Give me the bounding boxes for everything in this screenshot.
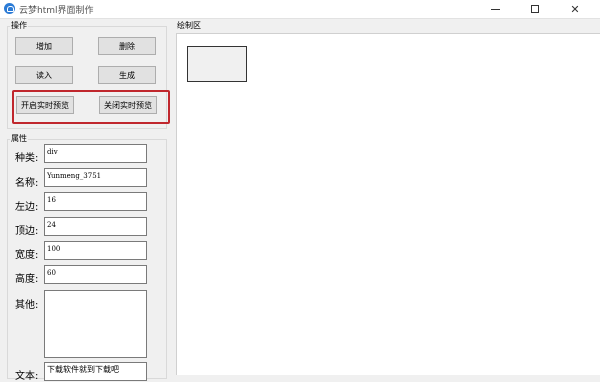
minimize-icon bbox=[490, 8, 500, 10]
drawn-div-element[interactable] bbox=[187, 46, 247, 82]
name-input[interactable]: Yunmeng_3751 bbox=[44, 168, 147, 187]
minimize-button[interactable] bbox=[480, 0, 510, 18]
height-label: 高度: bbox=[15, 274, 39, 285]
close-icon: ✕ bbox=[570, 2, 580, 16]
width-input[interactable]: 100 bbox=[44, 241, 147, 260]
open-live-preview-button[interactable]: 开启实时预览 bbox=[16, 96, 74, 114]
height-input[interactable]: 60 bbox=[44, 265, 147, 284]
kind-label: 种类: bbox=[15, 153, 39, 164]
drawing-canvas[interactable] bbox=[176, 33, 600, 375]
delete-button[interactable]: 删除 bbox=[98, 37, 156, 55]
generate-button[interactable]: 生成 bbox=[98, 66, 156, 84]
width-label: 宽度: bbox=[15, 250, 39, 261]
window-title: 云梦html界面制作 bbox=[19, 6, 94, 16]
maximize-icon bbox=[531, 5, 539, 13]
add-button[interactable]: 增加 bbox=[15, 37, 73, 55]
close-button[interactable]: ✕ bbox=[560, 0, 590, 18]
operations-group-label: 操作 bbox=[10, 20, 28, 31]
maximize-button[interactable] bbox=[520, 0, 550, 18]
properties-group-label: 属性 bbox=[10, 133, 28, 144]
top-label: 顶边: bbox=[15, 226, 39, 237]
other-textarea[interactable] bbox=[44, 290, 147, 358]
left-input[interactable]: 16 bbox=[44, 192, 147, 211]
kind-input[interactable]: div bbox=[44, 144, 147, 163]
canvas-group-label: 绘制区 bbox=[176, 20, 202, 31]
text-input[interactable]: 下载软件就到下载吧 bbox=[44, 362, 147, 381]
name-label: 名称: bbox=[15, 178, 39, 189]
top-input[interactable]: 24 bbox=[44, 217, 147, 236]
other-label: 其他: bbox=[15, 300, 39, 311]
title-bar: 云梦html界面制作 ✕ bbox=[0, 0, 600, 19]
app-logo-icon bbox=[4, 3, 15, 14]
read-button[interactable]: 读入 bbox=[15, 66, 73, 84]
left-label: 左边: bbox=[15, 202, 39, 213]
close-live-preview-button[interactable]: 关闭实时预览 bbox=[99, 96, 157, 114]
